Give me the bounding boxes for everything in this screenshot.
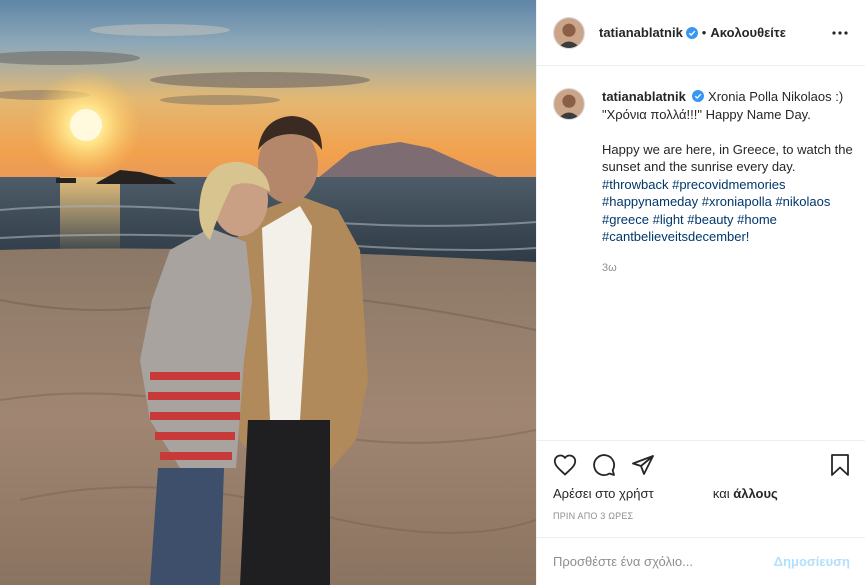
comment-input[interactable]: [553, 554, 774, 569]
username-link[interactable]: tatianablatnik: [599, 25, 683, 40]
caption-username[interactable]: tatianablatnik: [602, 89, 686, 104]
separator-dot: •: [701, 25, 707, 40]
verified-badge-icon: [692, 90, 705, 102]
likes-prefix[interactable]: Αρέσει στο χρήστ: [553, 486, 654, 501]
more-options-icon[interactable]: [828, 21, 852, 45]
likes-others-link[interactable]: άλλους: [733, 486, 778, 501]
comment-bubble-icon[interactable]: [590, 451, 618, 479]
avatar[interactable]: [553, 16, 585, 49]
likes-and: και: [712, 486, 730, 501]
caption-first-line: Xronia Polla Nikolaos :): [708, 89, 844, 104]
bookmark-icon[interactable]: [826, 451, 854, 479]
sunset-beach-photo: [0, 0, 536, 585]
likes-summary: Αρέσει στο χρήστ και άλλους: [553, 486, 853, 501]
action-bar: [537, 440, 865, 490]
post-side-panel: tatianablatnik • Ακολουθείτε tatianablat…: [536, 0, 865, 585]
posted-timestamp: ΠΡΙΝ ΑΠΟ 3 ΩΡΕΣ: [553, 511, 634, 521]
post-caption: tatianablatnik Xronia Polla Nikolaos :) …: [553, 88, 853, 274]
following-button[interactable]: Ακολουθείτε: [710, 25, 786, 40]
caption-time-ago: 3ω: [602, 261, 617, 274]
comment-box: Δημοσίευση: [537, 537, 865, 585]
post-photo[interactable]: [0, 0, 536, 585]
caption-quote: "Χρόνια πολλά!!!" Happy Name Day.: [602, 106, 811, 122]
publish-button[interactable]: Δημοσίευση: [774, 554, 850, 569]
share-plane-icon[interactable]: [629, 451, 657, 479]
caption-hashtags[interactable]: #throwback #precovidmemories #happynamed…: [602, 176, 853, 246]
heart-icon[interactable]: [551, 451, 579, 479]
caption-avatar[interactable]: [553, 88, 585, 120]
post-header: tatianablatnik • Ακολουθείτε: [537, 0, 865, 66]
caption-text: tatianablatnik Xronia Polla Nikolaos :) …: [602, 88, 853, 246]
verified-badge-icon: [685, 26, 698, 39]
caption-body: Happy we are here, in Greece, to watch t…: [602, 141, 853, 175]
